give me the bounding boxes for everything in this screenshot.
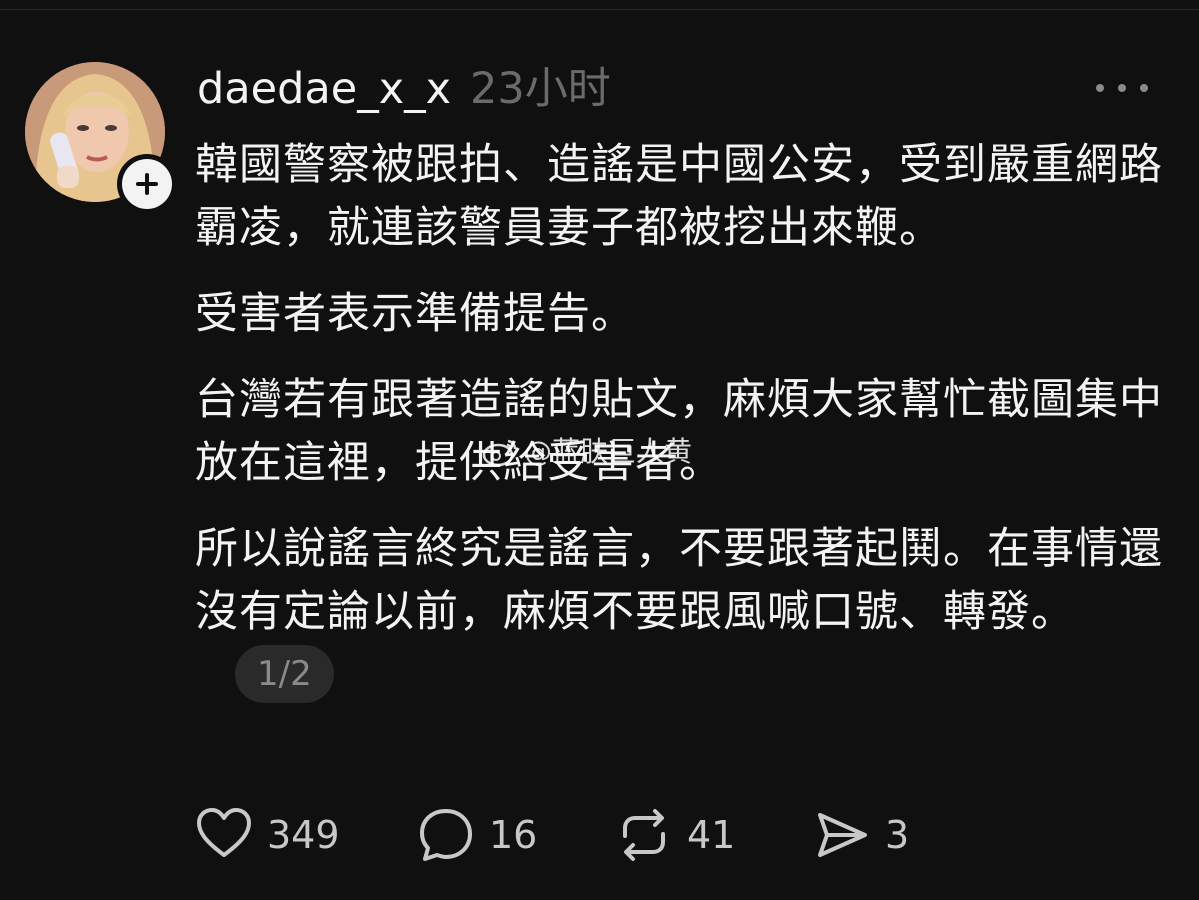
weibo-logo-icon [482, 439, 517, 467]
more-horizontal-icon [1140, 84, 1148, 92]
comment-bubble-icon [420, 809, 472, 861]
comment-count: 16 [489, 813, 538, 857]
post-paragraph: 受害者表示準備提告。 [195, 289, 635, 339]
more-horizontal-icon [1096, 84, 1104, 92]
page-indicator[interactable]: 1/2 [235, 644, 334, 703]
repost-button[interactable]: 41 [615, 805, 735, 865]
share-count: 3 [885, 813, 910, 857]
like-button[interactable]: 349 [195, 805, 340, 865]
more-options-button[interactable] [1096, 76, 1148, 100]
like-count: 349 [267, 813, 340, 857]
repost-icon [623, 809, 665, 861]
follow-button-circle [122, 159, 172, 209]
timestamp: 23小时 [470, 64, 611, 114]
post-paragraph: 韓國警察被跟拍、造謠是中國公安，受到嚴重網路霸凌，就連該警員妻子都被挖出來鞭。 [195, 140, 1163, 253]
watermark: @蓝肤巨人黄 [482, 432, 692, 472]
post-paragraph-last: 所以說謠言終究是謠言，不要跟著起鬨。在事情還沒有定論以前，麻煩不要跟風喊口號、轉… [195, 518, 1165, 707]
comment-button[interactable]: 16 [417, 805, 537, 865]
plus-icon [136, 173, 158, 195]
top-divider [0, 9, 1199, 10]
post-body: 韓國警察被跟拍、造謠是中國公安，受到嚴重網路霸凌，就連該警員妻子都被挖出來鞭。 … [195, 134, 1165, 707]
watermark-text: @蓝肤巨人黄 [524, 435, 693, 468]
repost-count: 41 [687, 813, 736, 857]
action-bar: 349 16 41 3 [195, 805, 955, 865]
send-icon [818, 813, 867, 857]
username[interactable]: daedae_x_x [197, 62, 451, 116]
share-button[interactable]: 3 [813, 805, 909, 865]
post-paragraph-text: 所以說謠言終究是謠言，不要跟著起鬨。在事情還沒有定論以前，麻煩不要跟風喊口號、轉… [195, 524, 1163, 637]
heart-icon [197, 808, 251, 857]
more-horizontal-icon [1118, 84, 1126, 92]
follow-button[interactable] [117, 154, 177, 214]
